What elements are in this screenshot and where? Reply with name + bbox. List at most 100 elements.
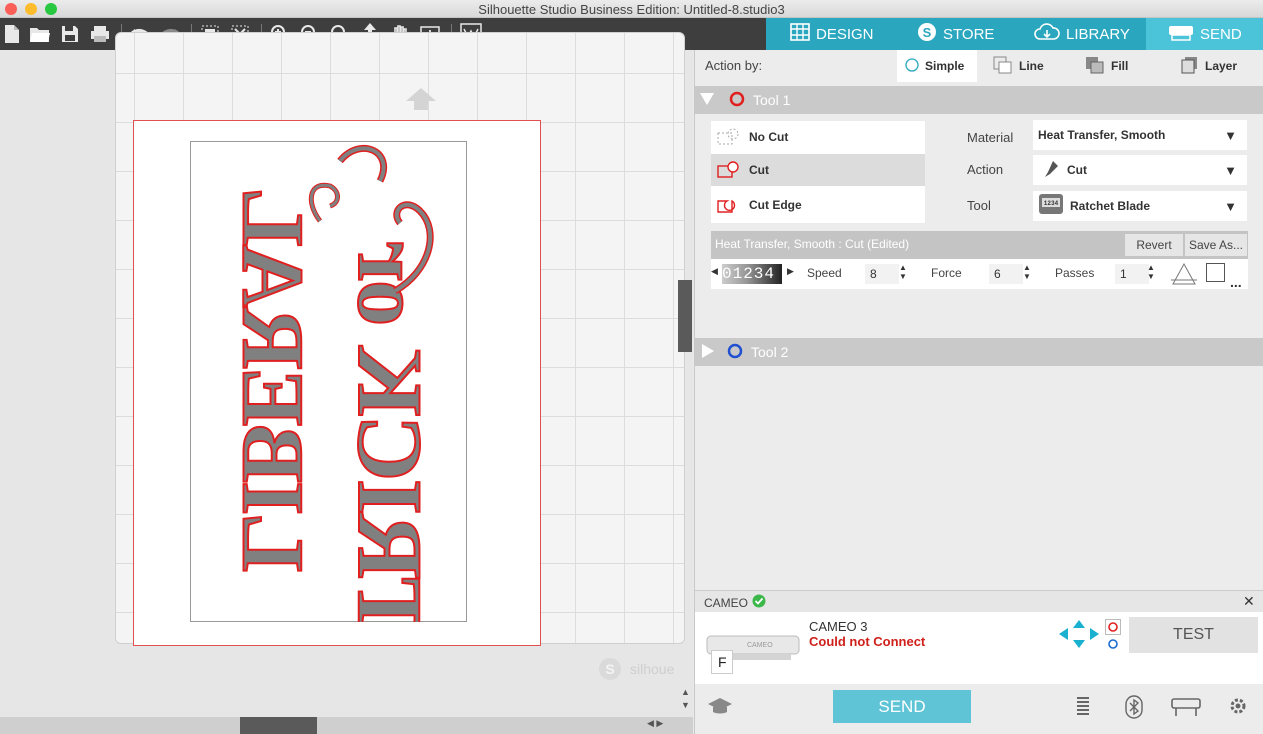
device-thumbnail: CAMEO F xyxy=(705,630,801,676)
tool2-header[interactable]: Tool 2 xyxy=(695,338,1263,366)
design-text-right[interactable]: TRICK or xyxy=(338,242,442,622)
tool-value: Ratchet Blade xyxy=(1070,199,1151,213)
save-icon[interactable] xyxy=(58,22,82,46)
tool-selector-icons[interactable] xyxy=(1105,619,1121,656)
tab-library-label: LIBRARY xyxy=(1066,25,1130,43)
force-stepper-icon[interactable]: ▲ ▼ xyxy=(1023,263,1031,281)
line-mode-icon xyxy=(993,56,1013,77)
tool1-color-icon xyxy=(729,91,745,110)
usb-connection-icon[interactable] xyxy=(1075,695,1091,722)
bluetooth-icon[interactable] xyxy=(1125,695,1143,722)
cut-option[interactable]: Cut xyxy=(711,154,925,186)
action-dropdown[interactable]: Cut ▼ xyxy=(1033,155,1247,185)
blade-depth-display[interactable]: 01234 xyxy=(722,264,782,284)
connected-check-icon xyxy=(752,594,766,611)
send-panel: Action by: Simple Line Fill Layer Tool 1… xyxy=(694,50,1263,734)
gear-icon[interactable] xyxy=(1228,696,1248,719)
device-thumb-text: CAMEO xyxy=(747,642,773,649)
overcut-triangle-icon[interactable] xyxy=(1171,262,1197,289)
device-bar xyxy=(695,590,1263,612)
vertical-scroll-arrows-icon[interactable]: ▲ ▼ xyxy=(678,686,693,716)
dropdown-arrow-icon: ▼ xyxy=(1224,199,1237,214)
material-dropdown[interactable]: Heat Transfer, Smooth ▼ xyxy=(1033,120,1247,150)
material-value: Heat Transfer, Smooth xyxy=(1038,128,1166,142)
flourish-shape xyxy=(338,146,386,182)
tab-design[interactable]: DESIGN xyxy=(768,18,896,50)
horizontal-scroll-arrows-icon[interactable]: ◀ ▶ xyxy=(647,718,677,732)
no-cut-label: No Cut xyxy=(749,130,789,144)
action-by-line[interactable]: Line xyxy=(993,50,1044,82)
action-by-label: Action by: xyxy=(705,58,763,73)
tab-store[interactable]: S STORE xyxy=(895,18,1015,50)
cutter-device-icon[interactable] xyxy=(1171,696,1201,721)
tab-library[interactable]: LIBRARY xyxy=(1012,18,1148,50)
horizontal-scrollbar-thumb[interactable] xyxy=(240,717,317,734)
tool-dropdown[interactable]: 1234 Ratchet Blade ▼ xyxy=(1033,191,1247,221)
print-icon[interactable] xyxy=(88,22,112,46)
material-label: Material xyxy=(967,130,1014,145)
collapse-triangle-icon xyxy=(701,343,715,362)
expand-triangle-icon xyxy=(699,92,715,109)
tab-design-label: DESIGN xyxy=(816,25,874,43)
passes-stepper-icon[interactable]: ▲ ▼ xyxy=(1147,263,1155,281)
new-file-icon[interactable] xyxy=(0,22,24,46)
tutorial-cap-icon[interactable] xyxy=(707,696,733,719)
action-by-layer[interactable]: Layer xyxy=(1181,50,1237,82)
action-by-options: Simple Line Fill Layer xyxy=(897,50,1263,82)
feed-direction-arrow-icon xyxy=(406,88,436,113)
device-status: Could not Connect xyxy=(809,634,926,649)
action-by-simple[interactable]: Simple xyxy=(897,50,977,82)
cut-icon xyxy=(717,160,741,181)
tab-store-label: STORE xyxy=(943,25,995,43)
layer-mode-icon xyxy=(1181,56,1199,77)
silhouette-s-icon: S xyxy=(917,22,937,46)
page-preview-thumb: F xyxy=(711,650,733,674)
tab-send[interactable]: SEND xyxy=(1146,18,1263,50)
line-segment-checkbox[interactable] xyxy=(1206,263,1225,282)
speed-stepper-icon[interactable]: ▲ ▼ xyxy=(899,263,907,281)
blade-right-arrow-icon[interactable]: ▶ xyxy=(787,266,794,277)
cutter-machine-icon xyxy=(1168,23,1194,45)
action-value: Cut xyxy=(1067,163,1087,177)
ratchet-blade-icon: 1234 xyxy=(1038,193,1064,220)
passes-label: Passes xyxy=(1055,266,1095,280)
dropdown-arrow-icon: ▼ xyxy=(1224,163,1237,178)
action-by-layer-label: Layer xyxy=(1205,59,1238,73)
action-by-fill[interactable]: Fill xyxy=(1085,50,1128,82)
horizontal-scrollbar-track[interactable] xyxy=(0,717,693,734)
test-button[interactable]: TEST xyxy=(1129,617,1258,653)
vertical-scrollbar-thumb[interactable] xyxy=(678,280,692,352)
more-options-button[interactable]: ... xyxy=(1230,274,1242,290)
design-artwork[interactable]: LIBERAL TRICK or xyxy=(190,141,467,622)
cut-edge-option[interactable]: Cut Edge xyxy=(711,189,925,221)
send-button[interactable]: SEND xyxy=(833,690,971,723)
speed-field[interactable]: 8 xyxy=(865,264,899,284)
speed-label: Speed xyxy=(807,266,842,280)
no-cut-icon xyxy=(717,127,741,148)
close-device-panel-icon[interactable]: ✕ xyxy=(1243,593,1255,610)
svg-text:1234: 1234 xyxy=(1044,200,1059,207)
blade-left-arrow-icon[interactable]: ◀ xyxy=(711,266,718,277)
action-by-fill-label: Fill xyxy=(1111,59,1129,73)
design-text-left[interactable]: LIBERAL xyxy=(223,189,322,573)
action-label: Action xyxy=(967,162,1004,177)
passes-field[interactable]: 1 xyxy=(1115,264,1149,284)
move-blade-arrows-icon[interactable] xyxy=(1059,620,1099,651)
revert-button[interactable]: Revert xyxy=(1125,234,1183,256)
open-folder-icon[interactable] xyxy=(28,22,52,46)
grid-icon xyxy=(790,23,810,45)
svg-text:S: S xyxy=(923,25,932,40)
fill-mode-icon xyxy=(1085,56,1105,77)
tool1-header[interactable]: Tool 1 xyxy=(695,86,1263,114)
cloud-icon xyxy=(1034,23,1060,45)
title-bar: Silhouette Studio Business Edition: Unti… xyxy=(0,0,1263,18)
save-as-button[interactable]: Save As... xyxy=(1185,234,1247,256)
force-field[interactable]: 6 xyxy=(989,264,1023,284)
radio-circle-icon xyxy=(905,57,919,75)
cut-edge-label: Cut Edge xyxy=(749,198,802,212)
tab-send-label: SEND xyxy=(1200,25,1242,43)
silhouette-watermark: S silhoue xyxy=(598,657,674,681)
svg-text:S: S xyxy=(605,661,614,677)
action-by-line-label: Line xyxy=(1019,59,1044,73)
no-cut-option[interactable]: No Cut xyxy=(711,121,925,153)
